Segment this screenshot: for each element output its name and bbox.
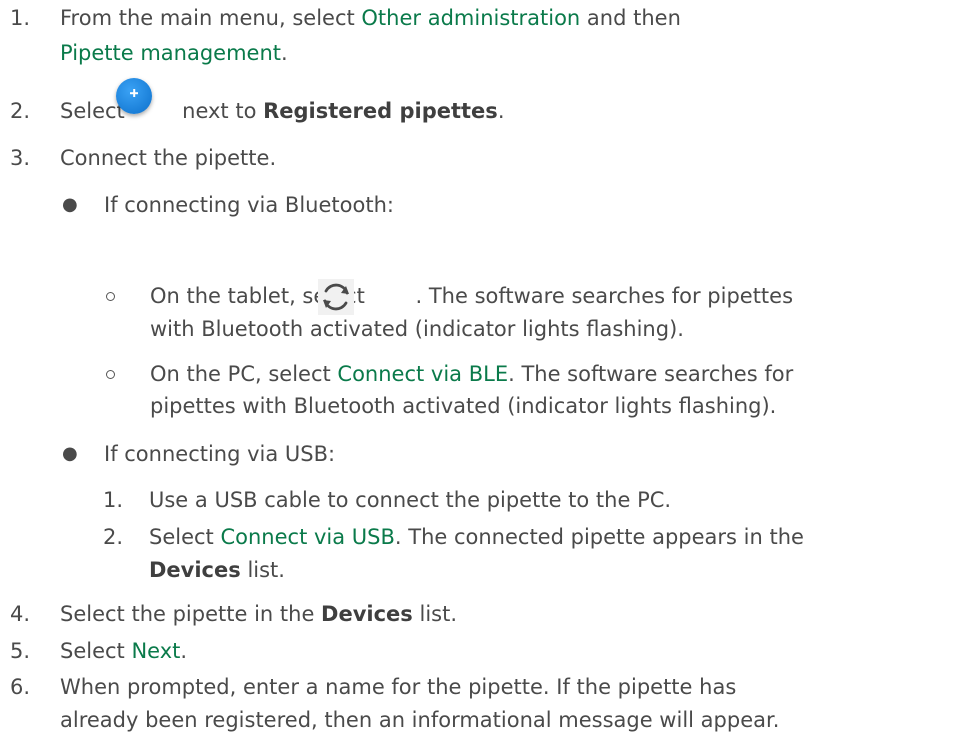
connect-via-ble-link[interactable]: Connect via BLE	[337, 362, 508, 386]
usb-step-1-number: 1.	[103, 488, 124, 512]
step-5-text-2: .	[180, 639, 188, 663]
usb-step-2-text: Select	[149, 525, 221, 549]
usb-step-2-line-2: Devices list.	[149, 556, 285, 584]
plus-circle-icon	[116, 78, 152, 114]
bluetooth-bullet: ●	[62, 194, 78, 215]
step-2-text-2: next to	[175, 99, 264, 123]
step-5-line: Select Next.	[60, 637, 187, 665]
step-6-line-1: When prompted, enter a name for the pipe…	[60, 675, 737, 699]
next-link[interactable]: Next	[131, 639, 180, 663]
pc-text-2: . The software searches for	[508, 362, 794, 386]
usb-bullet: ●	[62, 443, 78, 464]
step-6-number: 6.	[10, 675, 31, 699]
step-2-text-3: .	[497, 99, 505, 123]
devices-label-2: Devices	[321, 602, 413, 626]
tablet-circle-bullet	[106, 292, 115, 301]
step-5-text: Select	[60, 639, 132, 663]
step-1-line-2: Pipette management.	[60, 39, 288, 67]
step-1-text-3: .	[281, 41, 288, 65]
step-4-line: Select the pipette in the Devices list.	[60, 600, 457, 628]
pc-circle-bullet	[106, 370, 115, 379]
registered-pipettes-label: Registered pipettes	[263, 99, 498, 123]
usb-step-1-line: Use a USB cable to connect the pipette t…	[149, 488, 672, 512]
step-4-text: Select the pipette in the	[60, 602, 322, 626]
step-1-text: From the main menu, select	[60, 6, 362, 30]
step-1-line-1: From the main menu, select Other adminis…	[60, 4, 681, 32]
step-1-number: 1.	[10, 6, 31, 30]
step-1-text-2: and then	[580, 6, 681, 30]
tablet-line-1: On the tablet, select . The software sea…	[150, 282, 793, 310]
usb-step-2-text-3: list.	[240, 558, 285, 582]
step-3-line: Connect the pipette.	[60, 146, 277, 170]
step-6-line-2: already been registered, then an informa…	[60, 708, 780, 732]
step-4-text-2: list.	[412, 602, 458, 626]
usb-step-2-number: 2.	[103, 525, 124, 549]
step-5-number: 5.	[10, 639, 31, 663]
connect-via-usb-link[interactable]: Connect via USB	[220, 525, 394, 549]
pc-line-1: On the PC, select Connect via BLE. The s…	[150, 360, 793, 388]
usb-step-2-line-1: Select Connect via USB. The connected pi…	[149, 523, 804, 551]
bluetooth-heading: If connecting via Bluetooth:	[104, 193, 394, 217]
step-3-number: 3.	[10, 146, 31, 170]
devices-label: Devices	[149, 558, 241, 582]
other-administration-link[interactable]: Other administration	[361, 6, 580, 30]
refresh-icon	[318, 279, 354, 315]
usb-heading: If connecting via USB:	[104, 442, 336, 466]
pipette-management-link[interactable]: Pipette management	[60, 41, 281, 65]
pc-line-2: pipettes with Bluetooth activated (indic…	[150, 394, 777, 418]
tablet-text-2: . The software searches for pipettes	[415, 284, 794, 308]
usb-step-2-text-2: . The connected pipette appears in the	[394, 525, 804, 549]
pc-text: On the PC, select	[150, 362, 338, 386]
step-4-number: 4.	[10, 602, 31, 626]
step-2-number: 2.	[10, 99, 31, 123]
tablet-line-2: with Bluetooth activated (indicator ligh…	[150, 317, 684, 341]
